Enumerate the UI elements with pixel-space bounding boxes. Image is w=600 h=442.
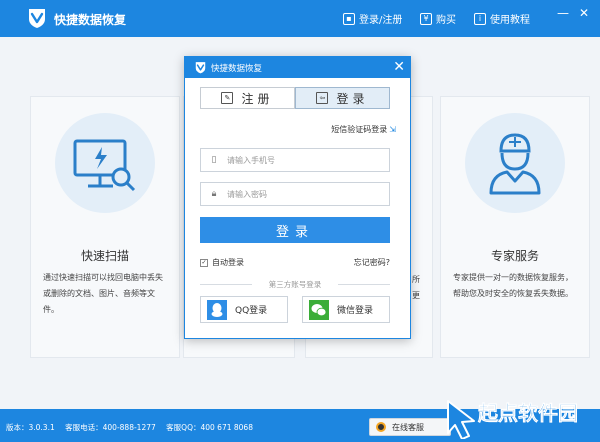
wechat-login-button[interactable]: 微信登录	[302, 296, 390, 323]
phone-icon: ▯	[211, 155, 217, 165]
tab-login[interactable]: ⇦ 登录	[295, 87, 390, 109]
fragment-1: 所	[412, 275, 420, 284]
quick-scan-card[interactable]: 快速扫描 通过快速扫描可以找回电脑中丢失或删除的文档、图片、音频等文件。	[30, 96, 180, 358]
service-phone-text: 客服电话：400-888-1277	[65, 423, 156, 432]
checkbox-checked-icon: ✓	[200, 258, 208, 267]
monitor-search-icon	[73, 139, 136, 192]
status-info: 版本：3.0.3.1 客服电话：400-888-1277 客服QQ：400 67…	[6, 422, 261, 433]
app-title: 快捷数据恢复	[54, 13, 127, 27]
dialog-logo-icon	[195, 62, 206, 74]
qq-login-label: QQ登录	[235, 306, 268, 316]
watermark: 起点软件园 WWW.CNCRK.COM	[440, 395, 600, 442]
expert-service-icon-circle	[465, 113, 565, 213]
buy-label: 购买	[436, 15, 456, 26]
online-service-label: 在线客服	[392, 422, 424, 432]
sms-login-label: 短信验证码登录	[331, 125, 388, 134]
dialog-close-button[interactable]: ✕	[393, 59, 405, 75]
phone-input[interactable]	[227, 155, 377, 165]
password-input[interactable]	[227, 189, 377, 199]
wechat-icon	[309, 299, 329, 320]
yen-icon: ¥	[420, 12, 432, 25]
password-field[interactable]: 🔒︎	[200, 182, 390, 206]
login-dialog: 快捷数据恢复 ✕ ✎ 注册 ⇦ 登录 短信验证码登录⇲ ▯ 🔒︎ 登录 ✓ 自动…	[184, 56, 411, 339]
sms-arrow-icon: ⇲	[389, 125, 396, 134]
tab-register[interactable]: ✎ 注册	[200, 87, 295, 109]
login-button[interactable]: 登录	[200, 217, 390, 243]
quick-scan-icon-circle	[55, 113, 155, 213]
qq-penguin-icon	[376, 422, 386, 432]
dialog-title-bar: 快捷数据恢复 ✕	[185, 57, 410, 78]
tutorial-label: 使用教程	[490, 15, 530, 26]
buy-link[interactable]: ¥ 购买	[420, 11, 456, 26]
third-party-label: 第三方账号登录	[268, 280, 322, 289]
tab-register-label: 注册	[241, 91, 274, 106]
auto-login-checkbox[interactable]: ✓ 自动登录	[200, 257, 244, 268]
quick-scan-title: 快速扫描	[80, 249, 129, 263]
dialog-title: 快捷数据恢复	[211, 64, 263, 74]
expert-service-desc: 专家提供一对一的数据恢复服务，帮助您及时安全的恢复丢失数据。	[453, 273, 573, 298]
edit-icon: ✎	[221, 92, 234, 104]
wechat-login-label: 微信登录	[337, 306, 374, 316]
service-qq-text: 客服QQ：400 671 8068	[166, 423, 253, 432]
online-service-button[interactable]: 在线客服	[369, 418, 451, 436]
expert-service-card[interactable]: 专家服务 专家提供一对一的数据恢复服务，帮助您及时安全的恢复丢失数据。	[440, 96, 590, 358]
watermark-url: WWW.CNCRK.COM	[484, 425, 564, 433]
info-icon: i	[474, 12, 486, 25]
forgot-password-link[interactable]: 忘记密码?	[354, 257, 390, 268]
auto-login-label: 自动登录	[212, 258, 244, 267]
lock-icon: 🔒︎	[211, 189, 217, 199]
expert-service-title: 专家服务	[490, 249, 539, 263]
third-party-divider: 第三方账号登录	[200, 279, 390, 289]
login-register-link[interactable]: ▪ 登录/注册	[343, 11, 402, 26]
sms-login-link[interactable]: 短信验证码登录 ⇲	[331, 124, 396, 135]
phone-field[interactable]: ▯	[200, 148, 390, 172]
login-register-label: 登录/注册	[359, 15, 403, 26]
fragment-2: 更	[412, 291, 420, 300]
auth-tabs: ✎ 注册 ⇦ 登录	[200, 87, 390, 109]
cursor-logo-icon	[447, 400, 475, 439]
qq-icon	[207, 299, 227, 320]
app-logo-icon	[29, 9, 45, 28]
user-icon: ▪	[343, 12, 355, 25]
qq-login-button[interactable]: QQ登录	[200, 296, 288, 323]
tab-login-label: 登录	[336, 91, 369, 106]
tutorial-link[interactable]: i 使用教程	[474, 11, 530, 26]
watermark-brand: 起点软件园	[478, 401, 579, 426]
middle-card-fragment: 所 更	[412, 272, 420, 304]
minimize-button[interactable]: —	[556, 6, 570, 20]
login-arrow-icon: ⇦	[316, 92, 329, 104]
version-text: 版本：3.0.3.1	[6, 423, 55, 432]
title-bar: 快捷数据恢复 ▪ 登录/注册 ¥ 购买 i 使用教程 — ✕	[0, 0, 600, 37]
close-button[interactable]: ✕	[577, 6, 591, 20]
expert-person-icon	[489, 133, 541, 195]
quick-scan-desc: 通过快速扫描可以找回电脑中丢失或删除的文档、图片、音频等文件。	[43, 273, 163, 314]
